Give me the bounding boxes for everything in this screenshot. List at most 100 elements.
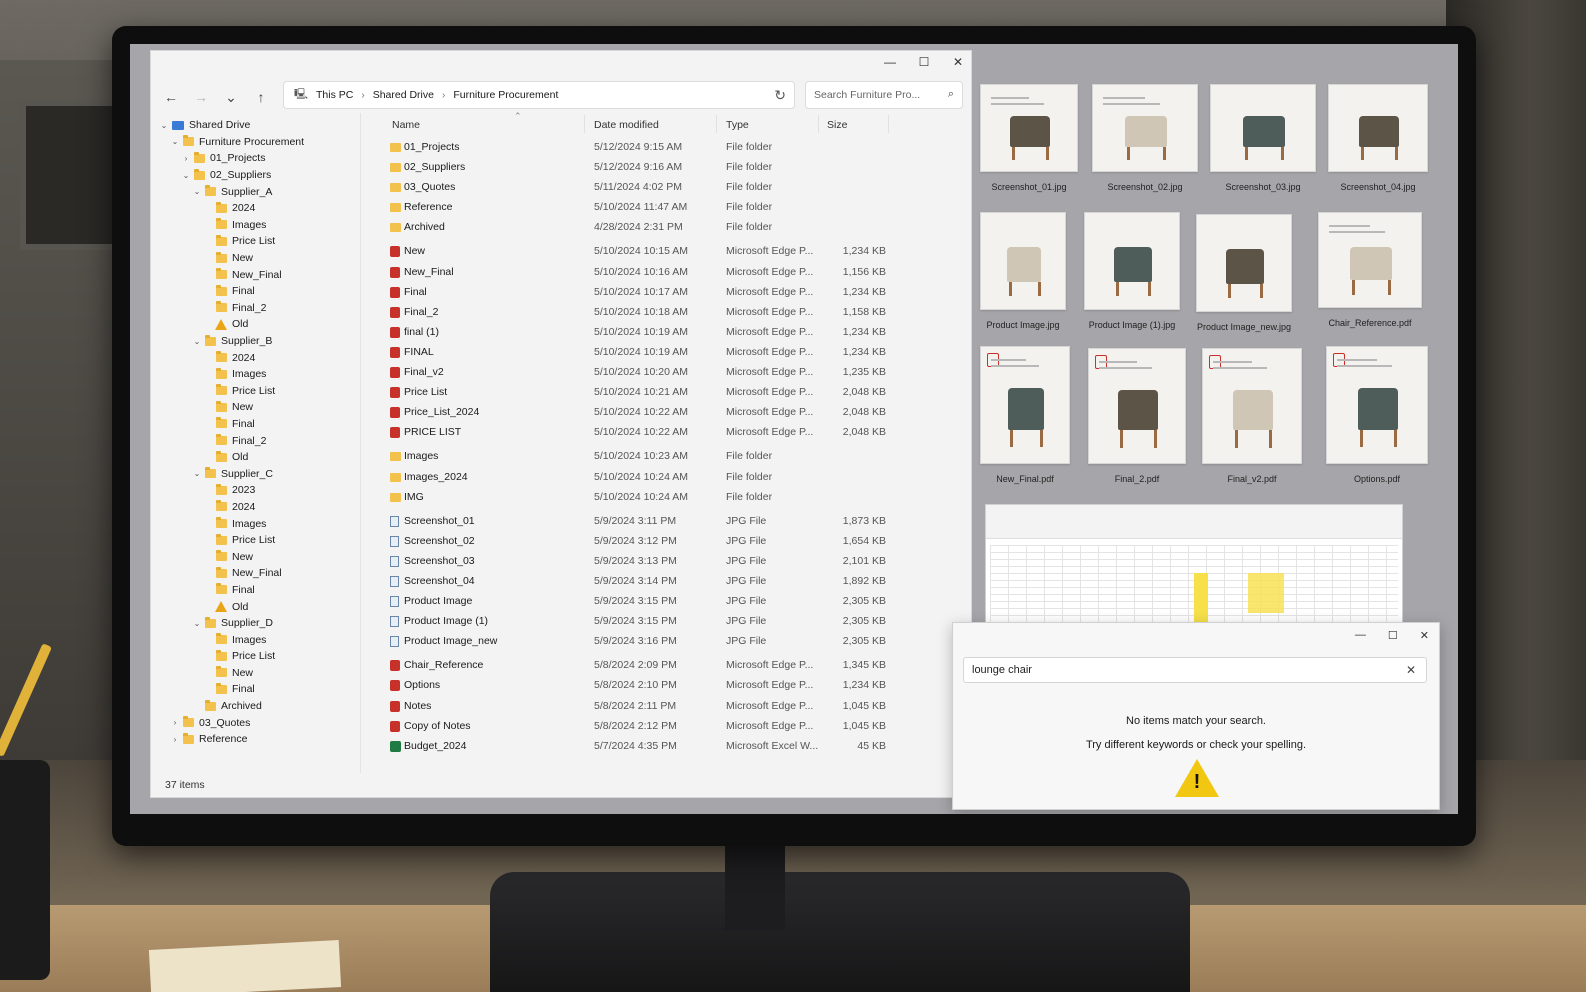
tree-item[interactable]: Final bbox=[151, 416, 360, 433]
search-icon[interactable]: ⌕ bbox=[948, 88, 954, 101]
file-row[interactable]: Screenshot_01 5/9/2024 3:11 PM JPG File 1,8… bbox=[376, 511, 966, 531]
thumbnail-item[interactable]: Screenshot_04.jpg bbox=[1318, 84, 1438, 192]
file-row[interactable]: Product Image_new 5/9/2024 3:16 PM JPG Fil… bbox=[376, 631, 966, 651]
maximize-button[interactable]: ☐ bbox=[917, 55, 931, 69]
file-row[interactable]: Price List 5/10/2024 10:21 AM Microsoft Ed… bbox=[376, 382, 966, 402]
chevron-down-icon[interactable]: ⌄ bbox=[192, 187, 202, 196]
tree-item[interactable]: ⌄ Supplier_C bbox=[151, 465, 360, 482]
recent-locations-chevron-icon[interactable]: ⌄ bbox=[219, 86, 243, 108]
tree-item[interactable]: Old bbox=[151, 449, 360, 466]
search-input[interactable]: Search Furniture Pro... ⌕ bbox=[805, 81, 963, 109]
tree-item[interactable]: Final_2 bbox=[151, 432, 360, 449]
spreadsheet-preview[interactable] bbox=[985, 504, 1403, 634]
tree-item[interactable]: New bbox=[151, 399, 360, 416]
file-row[interactable]: Chair_Reference 5/8/2024 2:09 PM Microsoft… bbox=[376, 655, 966, 675]
tree-item[interactable]: Final bbox=[151, 582, 360, 599]
chevron-down-icon[interactable]: ⌄ bbox=[192, 469, 202, 478]
breadcrumb-furniture-procurement[interactable]: Furniture Procurement bbox=[453, 89, 558, 101]
tree-item[interactable]: Old bbox=[151, 598, 360, 615]
file-row[interactable]: Options 5/8/2024 2:10 PM Microsoft Edge P.… bbox=[376, 675, 966, 695]
file-row[interactable]: Final_v2 5/10/2024 10:20 AM Microsoft Edge… bbox=[376, 362, 966, 382]
dialog-minimize-button[interactable]: — bbox=[1355, 629, 1366, 642]
back-arrow-icon[interactable]: ← bbox=[159, 86, 183, 108]
tree-item[interactable]: › 03_Quotes bbox=[151, 714, 360, 731]
file-row[interactable]: Copy of Notes 5/8/2024 2:12 PM Microsoft E… bbox=[376, 716, 966, 736]
minimize-button[interactable]: — bbox=[883, 55, 897, 69]
file-row[interactable]: Screenshot_04 5/9/2024 3:14 PM JPG File 1,8… bbox=[376, 571, 966, 591]
thumbnail-item[interactable]: Screenshot_01.jpg bbox=[970, 84, 1088, 192]
tree-item[interactable]: 2024 bbox=[151, 349, 360, 366]
tree-item[interactable]: Final bbox=[151, 681, 360, 698]
chevron-right-icon[interactable]: › bbox=[170, 718, 180, 727]
tree-item[interactable]: New_Final bbox=[151, 266, 360, 283]
tree-item[interactable]: 2024 bbox=[151, 200, 360, 217]
file-row[interactable]: final (1) 5/10/2024 10:19 AM Microsoft Edg… bbox=[376, 322, 966, 342]
file-row[interactable]: Notes 5/8/2024 2:11 PM Microsoft Edge P...… bbox=[376, 696, 966, 716]
dialog-search-input[interactable]: lounge chair ✕ bbox=[963, 657, 1427, 683]
thumbnail-item[interactable]: Product Image_new.jpg bbox=[1186, 214, 1302, 332]
file-row[interactable]: Price_List_2024 5/10/2024 10:22 AM Microso… bbox=[376, 402, 966, 422]
file-row[interactable]: Archived 4/28/2024 2:31 PM File folder bbox=[376, 217, 966, 237]
dialog-maximize-button[interactable]: ☐ bbox=[1388, 629, 1398, 642]
chevron-right-icon[interactable]: › bbox=[181, 154, 191, 163]
tree-item[interactable]: New_Final bbox=[151, 565, 360, 582]
tree-item[interactable]: ⌄ Supplier_D bbox=[151, 615, 360, 632]
thumbnail-item[interactable]: New_Final.pdf bbox=[970, 346, 1080, 484]
column-type-header[interactable]: Type bbox=[726, 119, 749, 131]
thumbnail-item[interactable]: Screenshot_02.jpg bbox=[1082, 84, 1208, 192]
tree-item[interactable]: Images bbox=[151, 366, 360, 383]
close-button[interactable]: ✕ bbox=[951, 55, 965, 69]
tree-item[interactable]: Price List bbox=[151, 233, 360, 250]
forward-arrow-icon[interactable]: → bbox=[189, 86, 213, 108]
tree-item[interactable]: Final bbox=[151, 283, 360, 300]
refresh-icon[interactable]: ↻ bbox=[774, 87, 786, 104]
column-name-header[interactable]: Name bbox=[392, 119, 420, 131]
file-row[interactable]: Budget_2024 5/7/2024 4:35 PM Microsoft Exc… bbox=[376, 736, 966, 756]
address-bar[interactable]: 🖳 This PC › Shared Drive › Furniture Pro… bbox=[283, 81, 795, 109]
tree-item[interactable]: Price List bbox=[151, 532, 360, 549]
thumbnail-item[interactable]: Final_v2.pdf bbox=[1192, 348, 1312, 484]
tree-item[interactable]: Images bbox=[151, 217, 360, 234]
column-divider[interactable] bbox=[584, 115, 585, 133]
tree-item[interactable]: ⌄ Furniture Procurement bbox=[151, 134, 360, 151]
file-row[interactable]: Product Image (1) 5/9/2024 3:15 PM JPG Fil… bbox=[376, 611, 966, 631]
tree-item[interactable]: › Reference bbox=[151, 731, 360, 748]
file-row[interactable]: 03_Quotes 5/11/2024 4:02 PM File folder bbox=[376, 177, 966, 197]
file-row[interactable]: Product Image 5/9/2024 3:15 PM JPG File 2,3… bbox=[376, 591, 966, 611]
tree-item[interactable]: ⌄ Shared Drive bbox=[151, 117, 360, 134]
chevron-down-icon[interactable]: ⌄ bbox=[159, 121, 169, 130]
tree-item[interactable]: New bbox=[151, 665, 360, 682]
dialog-close-button[interactable]: ✕ bbox=[1420, 629, 1429, 642]
file-row[interactable]: Final_2 5/10/2024 10:18 AM Microsoft Edge … bbox=[376, 302, 966, 322]
file-row[interactable]: Images 5/10/2024 10:23 AM File folder bbox=[376, 446, 966, 466]
thumbnail-item[interactable]: Final_2.pdf bbox=[1078, 348, 1196, 484]
tree-item[interactable]: Old bbox=[151, 316, 360, 333]
chevron-down-icon[interactable]: ⌄ bbox=[192, 619, 202, 628]
column-divider[interactable] bbox=[888, 115, 889, 133]
tree-item[interactable]: ⌄ Supplier_B bbox=[151, 333, 360, 350]
tree-item[interactable]: Archived bbox=[151, 698, 360, 715]
file-row[interactable]: IMG 5/10/2024 10:24 AM File folder bbox=[376, 487, 966, 507]
thumbnail-item[interactable]: Product Image.jpg bbox=[970, 212, 1076, 330]
chevron-right-icon[interactable]: › bbox=[170, 735, 180, 744]
file-row[interactable]: PRICE LIST 5/10/2024 10:22 AM Microsoft Ed… bbox=[376, 422, 966, 442]
file-row[interactable]: 02_Suppliers 5/12/2024 9:16 AM File folder bbox=[376, 157, 966, 177]
tree-item[interactable]: Final_2 bbox=[151, 300, 360, 317]
tree-item[interactable]: Images bbox=[151, 631, 360, 648]
file-row[interactable]: Screenshot_02 5/9/2024 3:12 PM JPG File 1,6… bbox=[376, 531, 966, 551]
file-row[interactable]: New_Final 5/10/2024 10:16 AM Microsoft Edg… bbox=[376, 262, 966, 282]
chevron-down-icon[interactable]: ⌄ bbox=[181, 171, 191, 180]
clear-search-icon[interactable]: ✕ bbox=[1406, 662, 1416, 678]
thumbnail-item[interactable]: Chair_Reference.pdf bbox=[1308, 212, 1432, 328]
up-arrow-icon[interactable]: ↑ bbox=[249, 86, 273, 108]
tree-item[interactable]: Price List bbox=[151, 383, 360, 400]
tree-item[interactable]: ⌄ 02_Suppliers bbox=[151, 167, 360, 184]
tree-item[interactable]: New bbox=[151, 548, 360, 565]
tree-item[interactable]: 2024 bbox=[151, 499, 360, 516]
column-divider[interactable] bbox=[818, 115, 819, 133]
file-row[interactable]: Screenshot_03 5/9/2024 3:13 PM JPG File 2,1… bbox=[376, 551, 966, 571]
thumbnail-item[interactable]: Screenshot_03.jpg bbox=[1200, 84, 1326, 192]
tree-item[interactable]: Images bbox=[151, 515, 360, 532]
breadcrumb-shared-drive[interactable]: Shared Drive bbox=[373, 89, 434, 101]
file-row[interactable]: FINAL 5/10/2024 10:19 AM Microsoft Edge P.… bbox=[376, 342, 966, 362]
